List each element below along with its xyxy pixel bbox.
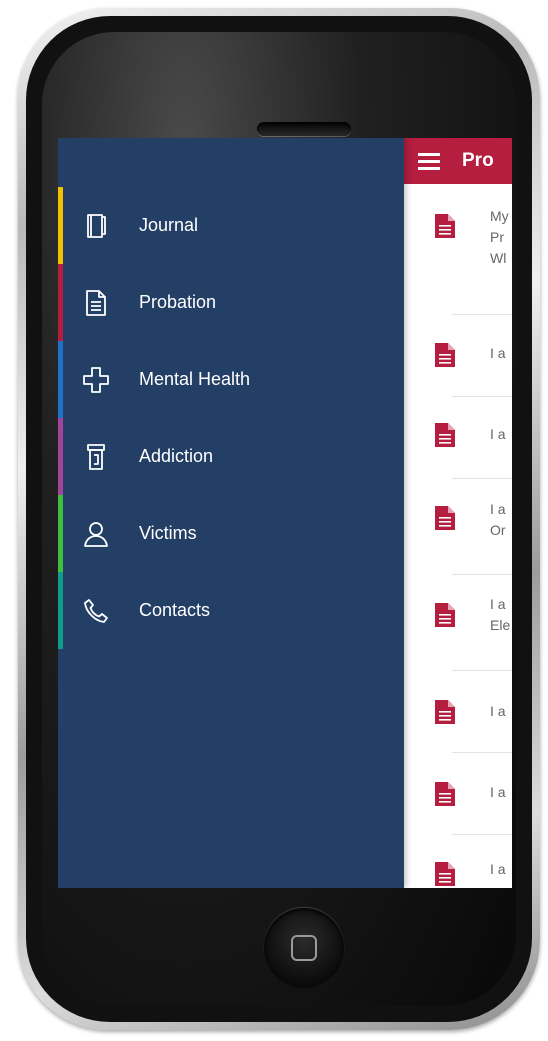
earpiece-speaker [257, 122, 351, 136]
medical-cross-icon [83, 367, 109, 393]
list-item[interactable]: My Pr Wl [404, 184, 512, 314]
main-content: Pro My Pr Wl I a I a I a Or I a Ele I a … [404, 138, 512, 888]
list-item[interactable]: I a [404, 835, 512, 888]
accent-bar [58, 341, 63, 418]
book-icon [87, 214, 106, 238]
app-bar: Pro [404, 138, 512, 184]
list-item[interactable]: I a [404, 753, 512, 834]
page-title: Pro [462, 150, 494, 171]
list-item[interactable]: I a Or [404, 479, 512, 574]
drawer-item-probation[interactable]: Probation [58, 264, 404, 341]
list-item-text: My Pr Wl [490, 208, 509, 266]
drawer-item-mental-health[interactable]: Mental Health [58, 341, 404, 418]
document-icon [435, 862, 455, 886]
list-item[interactable]: I a Ele [404, 575, 512, 670]
document-icon [435, 603, 455, 627]
drawer-item-victims[interactable]: Victims [58, 495, 404, 572]
list-item[interactable]: I a [404, 397, 512, 478]
drawer-item-label: Probation [139, 292, 217, 312]
accent-bar [58, 264, 63, 341]
home-square-icon [291, 935, 317, 961]
document-icon [435, 506, 455, 530]
document-icon [435, 423, 455, 447]
list-item-text: I a Or [490, 501, 506, 538]
pill-bottle-icon [87, 444, 105, 470]
list-item[interactable]: I a [404, 671, 512, 752]
drawer-item-label: Journal [139, 215, 199, 235]
accent-bar [58, 572, 63, 649]
accent-bar [58, 187, 63, 264]
list-item-text: I a [490, 784, 506, 800]
list-item-text: I a [490, 861, 506, 877]
document-icon [435, 782, 455, 806]
accent-bar [58, 495, 63, 572]
person-icon [84, 522, 108, 547]
document-icon [435, 214, 455, 238]
navigation-drawer: Journal Probation Mental Health Addictio… [58, 138, 404, 888]
drawer-item-addiction[interactable]: Addiction [58, 418, 404, 495]
list-item-text: I a Ele [490, 596, 511, 633]
drawer-item-label: Contacts [139, 600, 211, 620]
hamburger-menu-icon[interactable] [418, 153, 440, 170]
phone-icon [84, 599, 108, 623]
drawer-item-label: Addiction [139, 446, 214, 466]
document-icon [86, 290, 106, 316]
drawer-item-label: Victims [139, 523, 197, 543]
accent-bar [58, 418, 63, 495]
document-icon [435, 343, 455, 367]
home-button[interactable] [264, 908, 344, 988]
drawer-item-label: Mental Health [139, 369, 251, 389]
phone-screen: Pro My Pr Wl I a I a I a Or I a Ele I a … [58, 138, 512, 888]
list-item-text: I a [490, 426, 506, 442]
list-item[interactable]: I a [404, 315, 512, 396]
document-icon [435, 700, 455, 724]
list-item-text: I a [490, 703, 506, 719]
drawer-item-contacts[interactable]: Contacts [58, 572, 404, 649]
drawer-item-journal[interactable]: Journal [58, 187, 404, 264]
list-item-text: I a [490, 345, 506, 361]
